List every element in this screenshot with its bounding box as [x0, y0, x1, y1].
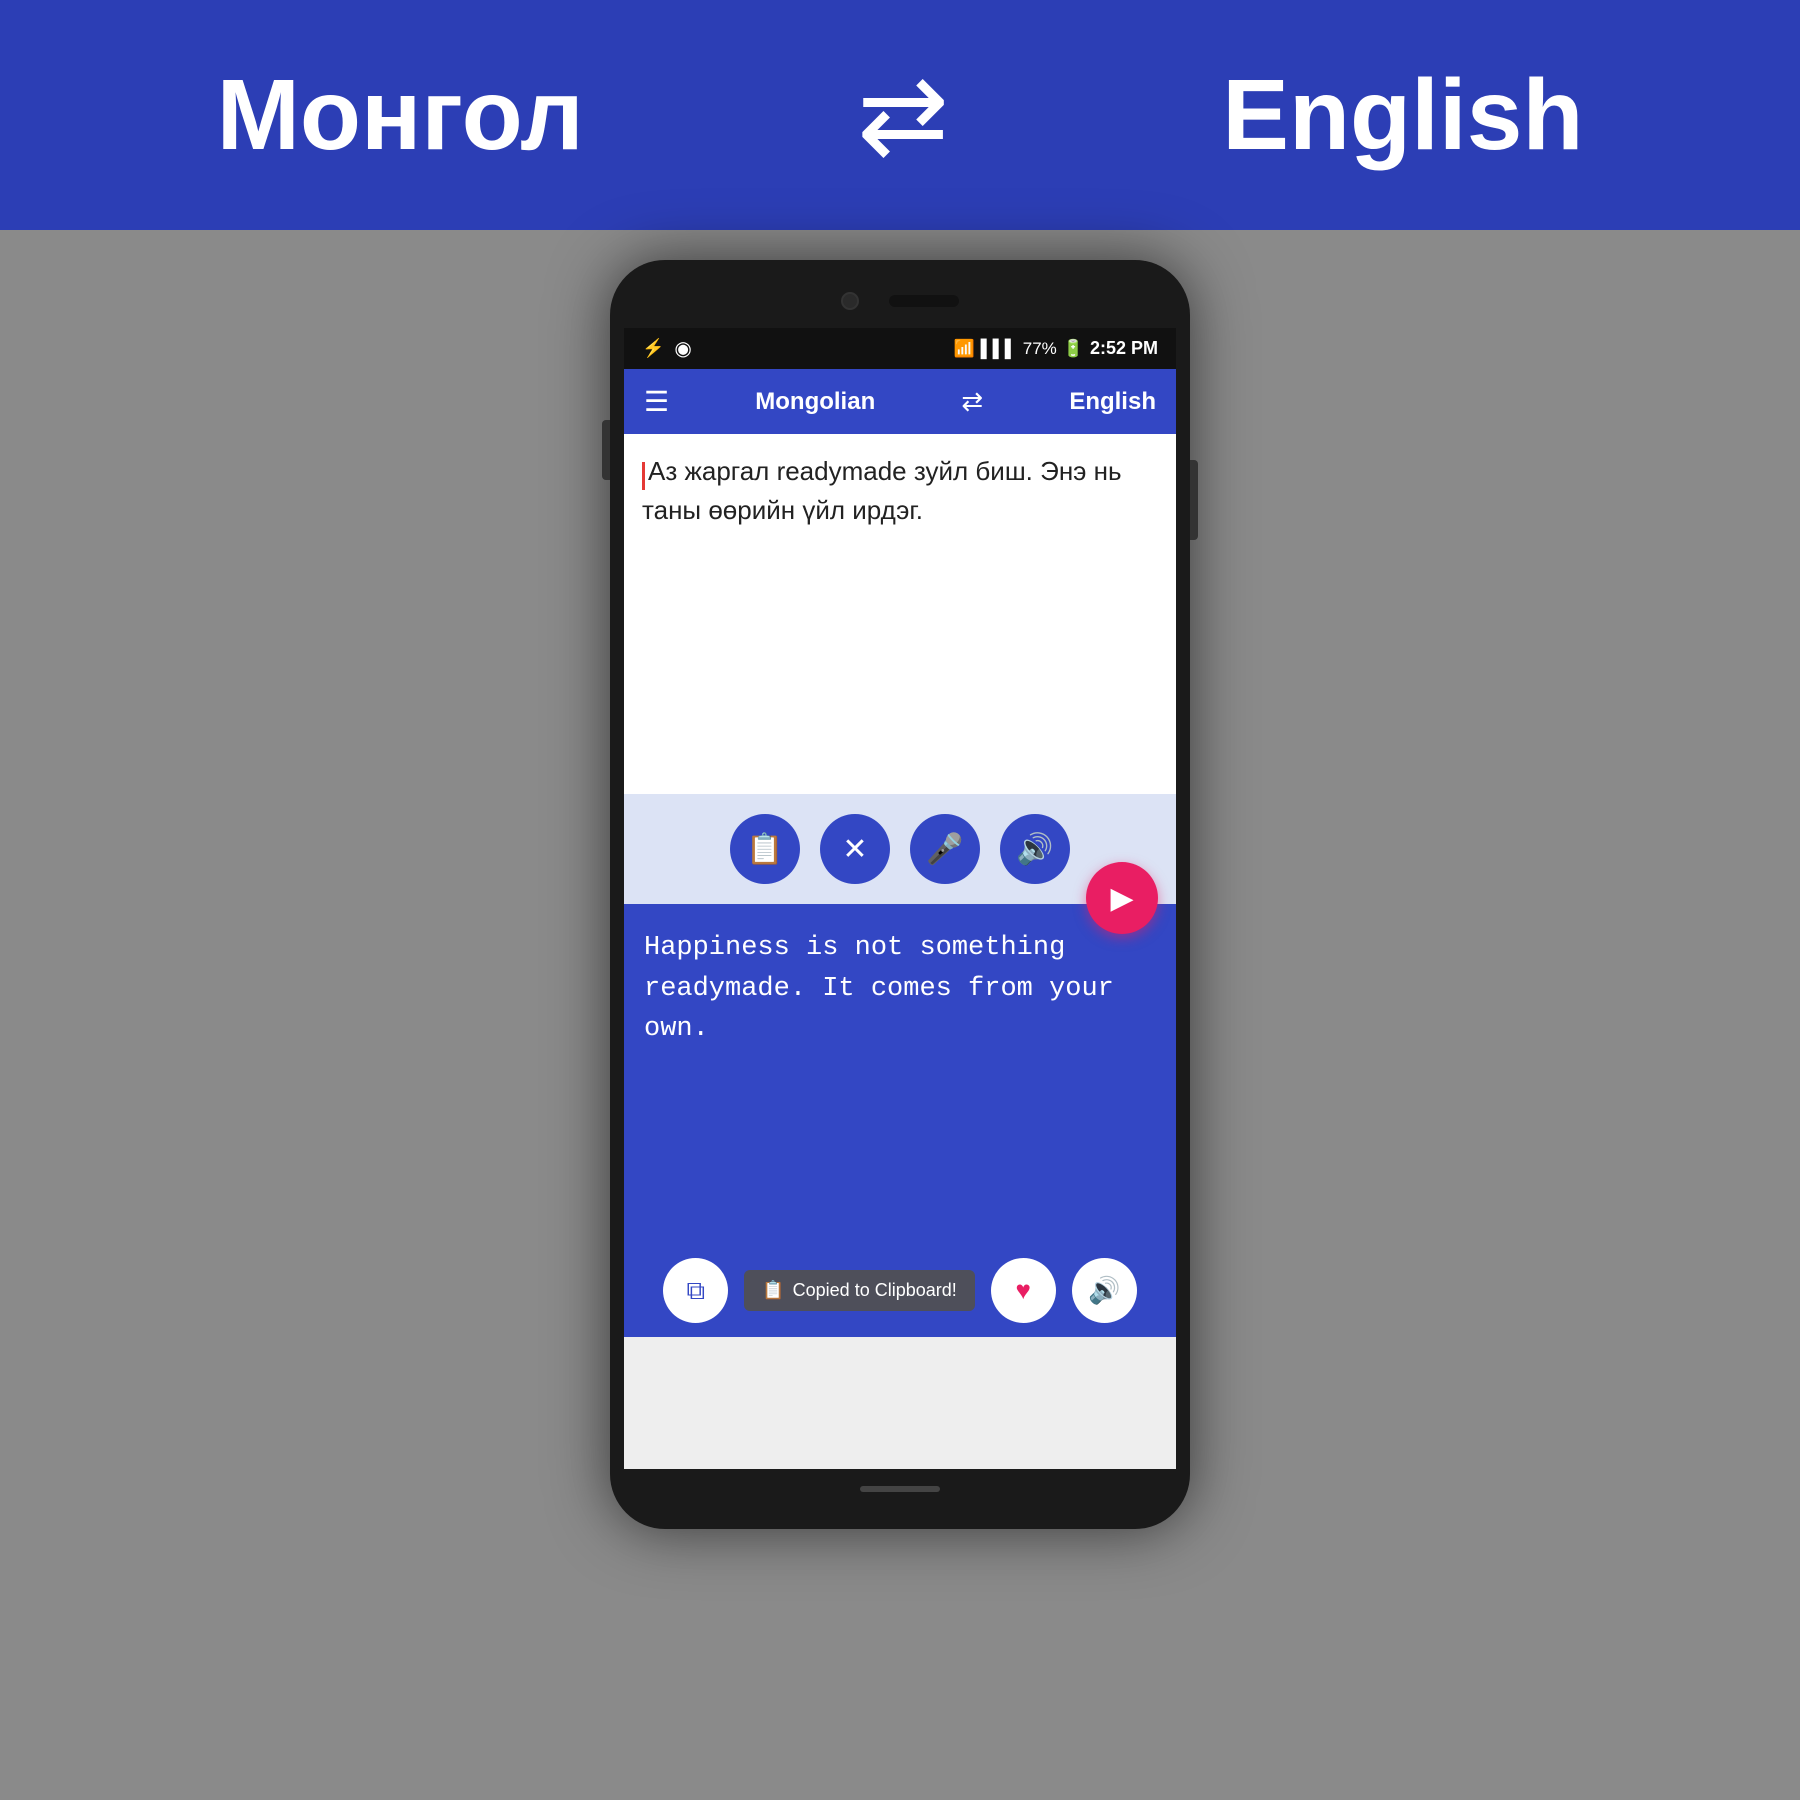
- battery-level: 77%: [1023, 339, 1057, 359]
- top-header: Монгол ⇄ English: [0, 0, 1800, 230]
- app-content: ☰ Mongolian ⇄ English Аз жаргал readymad…: [624, 369, 1176, 1469]
- battery-icon: 🔋: [1063, 339, 1084, 359]
- send-button[interactable]: ▶: [1086, 862, 1158, 934]
- phone-bottom-bezel: [624, 1469, 1176, 1509]
- toast-text: Copied to Clipboard!: [793, 1280, 957, 1301]
- tts-output-button[interactable]: 🔊: [1072, 1258, 1137, 1323]
- front-camera: [841, 292, 859, 310]
- phone-wrapper: ⚡ ◉ 📶 ▌▌▌ 77% 🔋 2:52 PM ☰ Mongolian ⇄ En…: [610, 230, 1190, 1800]
- heart-icon: ♥: [1016, 1275, 1031, 1306]
- phone-device: ⚡ ◉ 📶 ▌▌▌ 77% 🔋 2:52 PM ☰ Mongolian ⇄ En…: [610, 260, 1190, 1529]
- power-button[interactable]: [1190, 460, 1198, 540]
- clear-button[interactable]: ✕: [820, 814, 890, 884]
- header-lang-left[interactable]: Монгол: [217, 58, 584, 173]
- close-icon: ✕: [842, 832, 867, 867]
- header-swap-icon: ⇄: [857, 51, 949, 179]
- home-indicator[interactable]: [860, 1486, 940, 1492]
- usb-icon: ⚡: [642, 338, 664, 359]
- speaker-icon: 🔊: [1016, 832, 1053, 867]
- phone-top-bezel: [624, 280, 1176, 328]
- app-toolbar: ☰ Mongolian ⇄ English: [624, 369, 1176, 434]
- send-icon: ▶: [1110, 881, 1133, 916]
- status-right: 📶 ▌▌▌ 77% 🔋 2:52 PM: [953, 338, 1158, 359]
- volume-button[interactable]: [602, 420, 610, 480]
- favorite-button[interactable]: ♥: [991, 1258, 1056, 1323]
- signal-icon: ▌▌▌: [981, 339, 1017, 359]
- copy-icon: ⧉: [686, 1275, 705, 1307]
- status-left: ⚡ ◉: [642, 336, 692, 361]
- status-time: 2:52 PM: [1090, 338, 1158, 359]
- output-text: Happiness is not something readymade. It…: [644, 928, 1156, 1050]
- toolbar-swap-icon[interactable]: ⇄: [961, 386, 983, 417]
- bottom-action-bar: ⧉ 📋 Copied to Clipboard! ♥ 🔊: [624, 1244, 1176, 1337]
- clipboard-button[interactable]: 📋: [730, 814, 800, 884]
- volume-icon: 🔊: [1088, 1275, 1120, 1306]
- clipboard-icon: 📋: [746, 832, 783, 867]
- text-cursor: [642, 462, 645, 490]
- microphone-button[interactable]: 🎤: [910, 814, 980, 884]
- mic-icon: 🎤: [926, 832, 963, 867]
- toast-icon: 📋: [762, 1280, 784, 1301]
- action-buttons-bar: 📋 ✕ 🎤 🔊 ▶: [624, 794, 1176, 904]
- menu-button[interactable]: ☰: [644, 385, 669, 418]
- clipboard-toast: 📋 Copied to Clipboard!: [744, 1270, 975, 1311]
- output-area: Happiness is not something readymade. It…: [624, 904, 1176, 1244]
- toolbar-lang-mongolian[interactable]: Mongolian: [755, 388, 875, 416]
- notification-icon: ◉: [674, 336, 691, 361]
- wifi-icon: 📶: [953, 339, 974, 359]
- tts-input-button[interactable]: 🔊: [1000, 814, 1070, 884]
- copy-result-button[interactable]: ⧉: [663, 1258, 728, 1323]
- earpiece-speaker: [889, 295, 959, 307]
- input-area[interactable]: Аз жаргал readymade зуйл биш. Энэ нь тан…: [624, 434, 1176, 794]
- header-lang-right[interactable]: English: [1222, 58, 1583, 173]
- status-bar: ⚡ ◉ 📶 ▌▌▌ 77% 🔋 2:52 PM: [624, 328, 1176, 369]
- input-text[interactable]: Аз жаргал readymade зуйл биш. Энэ нь тан…: [642, 456, 1122, 525]
- toolbar-lang-english[interactable]: English: [1069, 388, 1156, 416]
